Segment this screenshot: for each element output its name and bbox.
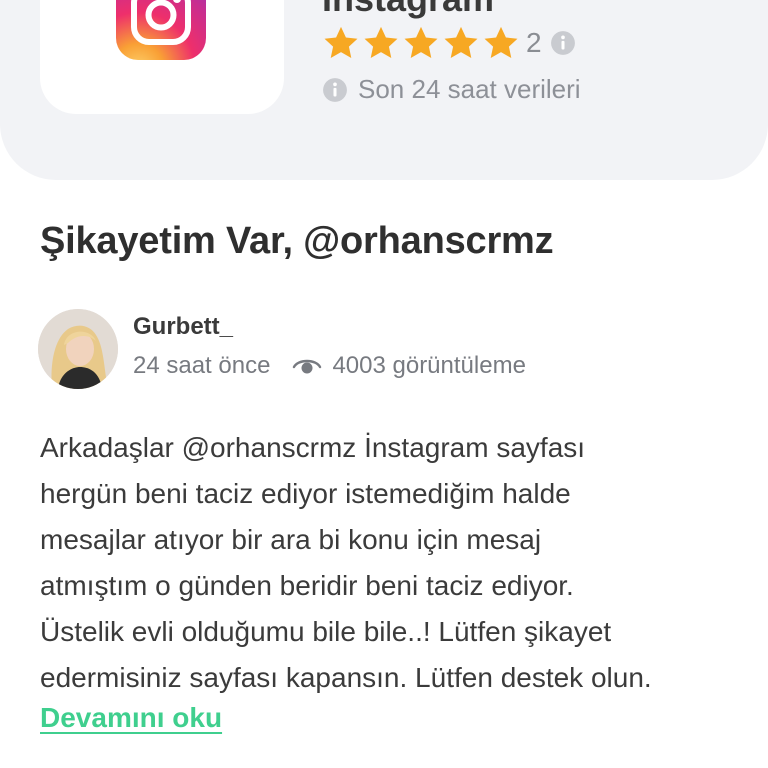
complaint-body: Arkadaşlar @orhanscrmz İnstagram sayfası… [40,425,740,701]
post-time: 24 saat önce [133,352,271,379]
view-count: 4003 görüntüleme [332,352,526,379]
info-icon [323,77,347,102]
read-more-link[interactable]: Devamını oku [40,702,222,734]
brand-card: Instagram 2 Son 24 saat verileri [0,0,768,180]
star-icon [484,26,518,59]
star-icon [364,26,398,59]
rating-stars: 2 [322,24,576,62]
complaint-body-line: atmıştım o günden beridir beni taciz edi… [40,570,574,601]
star-icon [404,26,438,59]
complaint-body-line: mesajlar atıyor bir ara bi konu için mes… [40,524,542,555]
rating-count: 2 [526,27,542,58]
brand-name[interactable]: Instagram [322,0,494,20]
complaint-body-line: Arkadaşlar @orhanscrmz İnstagram sayfası [40,432,586,463]
star-icon [324,26,358,59]
brand-logo-tile[interactable] [40,0,284,114]
instagram-logo-icon [116,0,206,60]
avatar[interactable] [38,309,118,389]
info-icon[interactable] [550,30,576,56]
eye-icon [293,359,322,374]
author-username[interactable]: Gurbett_ [133,313,233,341]
complaint-body-line: edermisiniz sayfası kapansın. Lütfen des… [40,662,652,693]
complaint-title[interactable]: Şikayetim Var, @orhanscrmz [40,220,554,263]
complaint-body-line: Üstelik evli olduğumu bile bile..! Lütfe… [40,616,612,647]
data-note-text: Son 24 saat verileri [358,74,581,104]
post-meta: 24 saat önce 4003 görüntüleme [133,352,526,380]
complaint-body-line: hergün beni taciz ediyor istemediğim hal… [40,478,571,509]
star-icon [444,26,478,59]
data-note: Son 24 saat verileri [322,74,581,105]
avatar-image [38,309,118,389]
